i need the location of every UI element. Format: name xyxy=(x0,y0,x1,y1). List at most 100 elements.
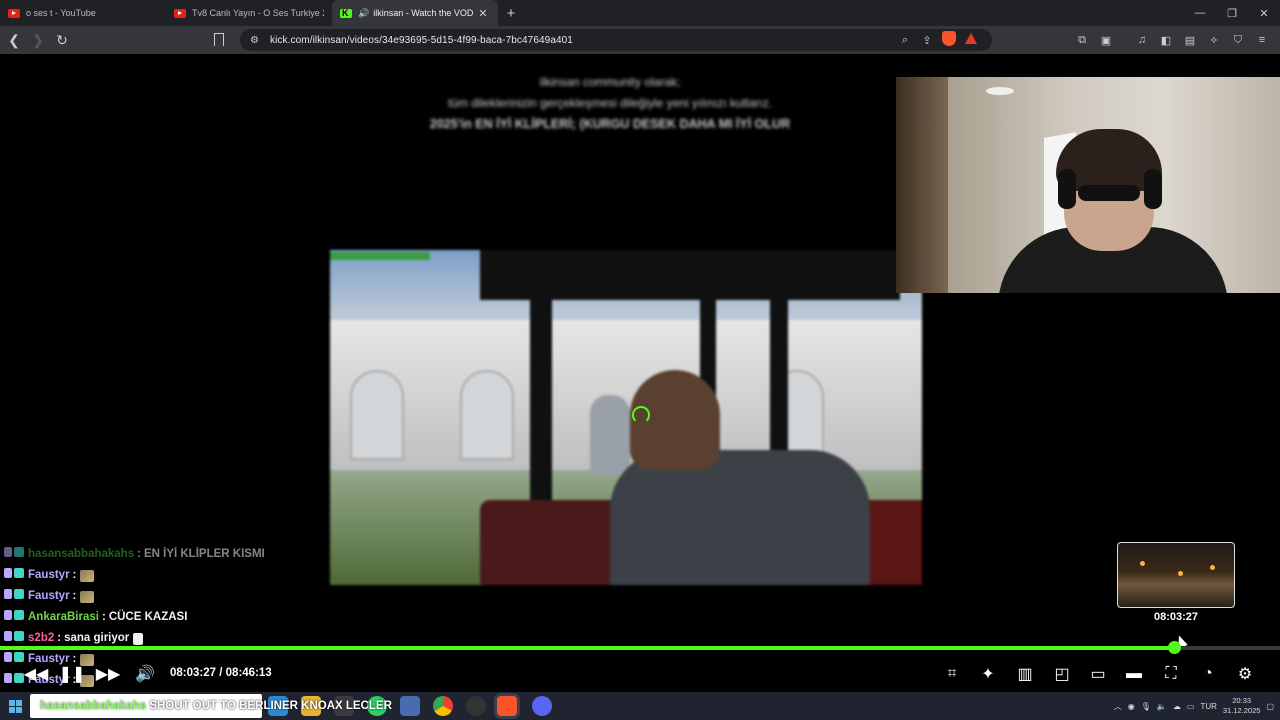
seek-bar-handle[interactable] xyxy=(1167,641,1181,654)
back-icon[interactable]: ❮ xyxy=(4,30,24,50)
chat-separator: : xyxy=(72,590,77,602)
tab-label: o ses t - YouTube xyxy=(26,8,96,18)
overlay-line-3: 2025'in EN İYİ KLİPLERİ; (KURGU DESEK DA… xyxy=(429,117,791,131)
chat-message: Faustyr: xyxy=(0,586,400,607)
tab-youtube[interactable]: o ses t - YouTube xyxy=(0,0,166,26)
chat-text: CÜCE KAZASI xyxy=(108,611,188,623)
game-hud xyxy=(330,252,430,260)
battery-icon[interactable]: ▭ xyxy=(1187,702,1195,711)
chat-username[interactable]: AnkaraBirasi xyxy=(28,607,99,628)
sunglasses xyxy=(1078,185,1140,201)
badge-icon xyxy=(14,568,24,578)
speed-icon[interactable]: ◔ xyxy=(1194,660,1222,688)
brave-rewards-icon[interactable] xyxy=(960,33,982,47)
headphones xyxy=(1144,169,1162,209)
wallet-icon[interactable]: ▤ xyxy=(1180,30,1200,50)
overlay-line-2: tüm dileklerinizin gerçekleşmesi dileğiy… xyxy=(447,96,773,110)
tab-kick-vod[interactable]: K 🔊 ilkinsan - Watch the VOD on K ✕ xyxy=(332,0,498,26)
user-badges xyxy=(4,607,26,628)
share-icon[interactable]: ⇪ xyxy=(916,34,938,47)
rewind-icon[interactable]: ◀◀ xyxy=(22,660,50,688)
badge-icon xyxy=(4,568,12,578)
video-player[interactable]: ilkinsan community olarak; tüm dilekleri… xyxy=(0,54,1280,692)
menu-icon[interactable]: ≡ xyxy=(1252,30,1272,50)
tent-window xyxy=(460,370,514,460)
media-icon[interactable]: ♫ xyxy=(1132,30,1152,50)
window-controls: — ❐ ✕ xyxy=(1184,0,1280,26)
system-tray: ︿ ◉ 🎙 🔈 ☁ ▭ TUR 20:33 31.12.2025 ▢ xyxy=(1114,692,1280,720)
site-info-icon[interactable]: ⚙ xyxy=(250,35,262,46)
volume-icon[interactable]: 🔊 xyxy=(131,660,159,688)
chat-username[interactable]: Faustyr xyxy=(28,586,70,607)
fullscreen-icon[interactable]: ⛶ xyxy=(1157,660,1185,688)
theater-icon[interactable]: ▬ xyxy=(1120,660,1148,688)
ticker-faded-text: hasansabbahakahs xyxy=(40,700,147,712)
discord-icon[interactable] xyxy=(532,696,552,716)
leo-ai-icon[interactable]: ✧ xyxy=(1204,30,1224,50)
microphone-icon[interactable]: 🎙 xyxy=(1141,702,1151,711)
clip-icon[interactable]: ⌗ xyxy=(938,660,966,688)
chat-message: Faustyr: xyxy=(0,565,400,586)
vpn-icon[interactable]: ⛉ xyxy=(1228,30,1248,50)
badge-icon xyxy=(14,547,24,557)
volume-tray-icon[interactable]: 🔈 xyxy=(1157,702,1167,711)
close-window-icon[interactable]: ✕ xyxy=(1248,0,1280,26)
clock-date: 31.12.2025 xyxy=(1222,706,1261,715)
sidebar-icon[interactable]: ◧ xyxy=(1156,30,1176,50)
chat-username[interactable]: hasansabbahakahs xyxy=(28,544,134,565)
stats-icon[interactable]: ▥ xyxy=(1011,660,1039,688)
badge-icon xyxy=(14,589,24,599)
screenshot-icon[interactable]: ▣ xyxy=(1096,30,1116,50)
extensions-area: ⧉ ▣ ♫ ◧ ▤ ✧ ⛉ ≡ xyxy=(1072,30,1272,50)
user-badges xyxy=(4,544,26,565)
windows-icon xyxy=(8,699,22,713)
browser-tab-strip: o ses t - YouTube Tv8 Canlı Yayın - O Se… xyxy=(0,0,1280,26)
ceiling-lamp xyxy=(986,87,1014,95)
tray-overflow-icon[interactable]: ︿ xyxy=(1114,701,1122,712)
obs-icon[interactable] xyxy=(466,696,486,716)
loading-spinner-icon xyxy=(632,406,650,424)
ticker-text: SHOUT OUT TO BERLINER KNOAX LECLER xyxy=(149,700,392,712)
forward-icon[interactable]: ❯ xyxy=(28,30,48,50)
zoom-icon[interactable]: ⌕ xyxy=(894,34,916,47)
url-text[interactable]: kick.com/ilkinsan/videos/34e93695-5d15-4… xyxy=(270,35,894,46)
settings-icon[interactable]: ⚙ xyxy=(1231,660,1259,688)
tab-label: ilkinsan - Watch the VOD on K xyxy=(373,8,476,18)
clock[interactable]: 20:33 31.12.2025 xyxy=(1223,696,1261,716)
pause-button[interactable]: ❚❚ xyxy=(58,660,86,688)
cast-icon[interactable]: ▭ xyxy=(1084,660,1112,688)
headphones xyxy=(1058,169,1076,209)
start-button[interactable] xyxy=(0,692,30,720)
tray-app-icon[interactable]: ◉ xyxy=(1128,702,1135,711)
notifications-icon[interactable]: ▢ xyxy=(1266,702,1274,711)
audio-playing-icon[interactable]: 🔊 xyxy=(358,8,369,19)
extensions-icon[interactable]: ⧉ xyxy=(1072,30,1092,50)
duration: 08:46:13 xyxy=(225,667,272,679)
chat-separator: : xyxy=(137,548,141,560)
reload-icon[interactable]: ↻ xyxy=(52,30,72,50)
playback-time: 08:03:27 / 08:46:13 xyxy=(170,667,272,679)
streamer-webcam xyxy=(896,77,1280,293)
ai-sparkle-icon[interactable]: ✦ xyxy=(974,660,1002,688)
seek-bar[interactable] xyxy=(0,641,1280,654)
tent-window xyxy=(350,370,404,460)
chat-username[interactable]: Faustyr xyxy=(28,565,70,586)
language-indicator[interactable]: TUR xyxy=(1200,702,1216,711)
address-bar[interactable]: ⚙ kick.com/ilkinsan/videos/34e93695-5d15… xyxy=(214,29,992,51)
bookmark-icon[interactable] xyxy=(214,33,224,46)
seek-preview-time: 08:03:27 xyxy=(1153,611,1199,623)
webcam-door xyxy=(896,77,948,293)
network-icon[interactable]: ☁ xyxy=(1173,702,1181,711)
background-character xyxy=(590,395,630,475)
restore-icon[interactable]: ❐ xyxy=(1216,0,1248,26)
brave-shields-icon[interactable] xyxy=(938,31,960,49)
calculator-icon[interactable] xyxy=(400,696,420,716)
forward-icon[interactable]: ▶▶ xyxy=(94,660,122,688)
chrome-icon[interactable] xyxy=(433,696,453,716)
pip-icon[interactable]: ◰ xyxy=(1048,660,1076,688)
minimize-icon[interactable]: — xyxy=(1184,0,1216,26)
tab-tv8[interactable]: Tv8 Canlı Yayın - O Ses Turkiye 2026 xyxy=(166,0,332,26)
new-tab-button[interactable]: + xyxy=(498,0,524,26)
brave-icon[interactable] xyxy=(497,696,517,716)
close-tab-icon[interactable]: ✕ xyxy=(476,7,490,20)
